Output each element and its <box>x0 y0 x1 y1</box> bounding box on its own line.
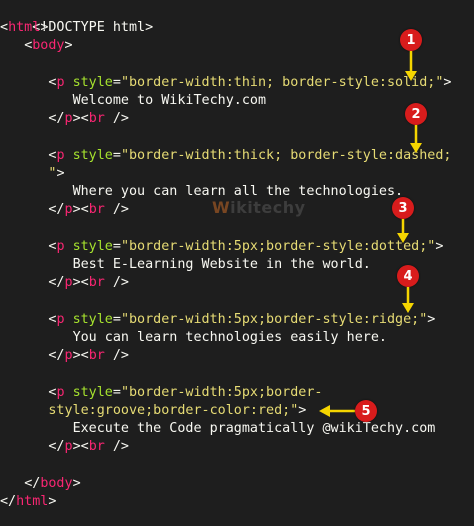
html-close-tag: html <box>16 494 49 509</box>
marker-4-badge: 4 <box>397 265 419 287</box>
html-open-line: <html> <box>0 20 49 35</box>
doctype-text: <!DOCTYPE html> <box>32 20 154 35</box>
p3-open-line: <p style="border-width:5px;border-style:… <box>48 239 444 254</box>
p2-open-line: <p style="border-width:thick; border-sty… <box>48 148 452 163</box>
html-open-tag: html <box>8 20 41 35</box>
marker-2-badge: 2 <box>405 103 427 125</box>
body-close-tag: body <box>40 476 73 491</box>
p4-text: You can learn technologies easily here. <box>72 330 387 345</box>
marker-1-badge: 1 <box>400 29 422 51</box>
p2-close-line: </p><br /> <box>48 202 129 217</box>
p5-text: Execute the Code pragmatically @wikiTech… <box>72 421 436 436</box>
p3-text: Best E-Learning Website in the world. <box>72 257 371 272</box>
p4-style-value: "border-width:5px;border-style:ridge;" <box>120 312 428 327</box>
body-open-tag: body <box>32 38 65 53</box>
marker-5-arrow-icon <box>319 405 355 417</box>
p1-style-value: "border-width:thin; border-style:solid;" <box>120 75 444 90</box>
p3-text-line: Best E-Learning Website in the world. <box>0 256 371 274</box>
code-editor: <!DOCTYPE html> <html> <body> <p style="… <box>0 0 474 526</box>
p2-text: Where you can learn all the technologies… <box>72 184 404 199</box>
wikitechy-watermark: Wikitechy <box>212 198 306 217</box>
marker-5-badge: 5 <box>355 400 377 422</box>
p5-style-value: "border-width:5px;border- <box>120 385 323 400</box>
body-close-line: </body> <box>24 476 81 491</box>
p1-text: Welcome to WikiTechy.com <box>72 93 267 108</box>
p1-close-line: </p><br /> <box>48 111 129 126</box>
p5-open-line: <p style="border-width:5px;border- <box>48 385 323 400</box>
p1-text-line: Welcome to WikiTechy.com <box>0 92 266 110</box>
p1-open-line: <p style="border-width:thin; border-styl… <box>48 75 452 90</box>
p2-style-value: "border-width:thick; border-style:dashed… <box>120 148 452 163</box>
p2-text-line: Where you can learn all the technologies… <box>0 183 404 201</box>
marker-2-arrow-icon <box>410 125 422 153</box>
p5-text-line: Execute the Code pragmatically @wikiTech… <box>0 420 436 438</box>
doctype-line: <!DOCTYPE html> <box>0 1 153 35</box>
body-open-line: <body> <box>24 38 73 53</box>
marker-4-arrow-icon <box>402 287 414 313</box>
marker-3-badge: 3 <box>392 197 414 219</box>
marker-3-arrow-icon <box>397 219 409 243</box>
p4-text-line: You can learn technologies easily here. <box>0 329 387 347</box>
html-close-line: </html> <box>0 494 57 509</box>
p3-close-line: </p><br /> <box>48 275 129 290</box>
p4-open-line: <p style="border-width:5px;border-style:… <box>48 312 436 327</box>
p5-open-cont-line: style:groove;border-color:red;"> <box>48 403 307 418</box>
marker-1-arrow-icon <box>405 51 417 81</box>
p3-style-value: "border-width:5px;border-style:dotted;" <box>120 239 436 254</box>
p5-close-line: </p><br /> <box>48 439 129 454</box>
p4-close-line: </p><br /> <box>48 348 129 363</box>
p2-open-cont-line: "> <box>48 166 65 181</box>
